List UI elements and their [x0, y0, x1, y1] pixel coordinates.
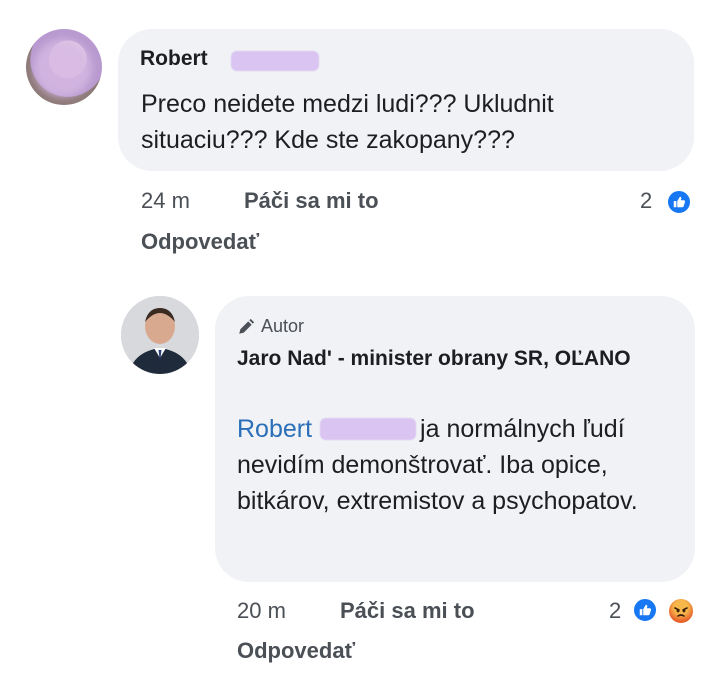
- mention-link[interactable]: Robert: [237, 415, 312, 443]
- like-icon[interactable]: [666, 189, 692, 215]
- comment-timestamp[interactable]: 24 m: [141, 188, 190, 214]
- reply-reaction-count[interactable]: 2: [609, 598, 621, 624]
- reply-author-name[interactable]: Jaro Nad' - minister obrany SR, OĽANO: [237, 344, 667, 373]
- reply-reply-button[interactable]: Odpovedať: [237, 638, 355, 664]
- commenter-avatar[interactable]: [26, 29, 102, 105]
- redacted-surname: [231, 51, 319, 71]
- redacted-surname: [320, 418, 417, 440]
- comment-text: Preco neidete medzi ludi??? Ukludnit sit…: [141, 90, 554, 154]
- reply-like-button[interactable]: Páči sa mi to: [340, 598, 475, 624]
- reply-timestamp[interactable]: 20 m: [237, 598, 286, 624]
- author-badge: Autor: [237, 316, 304, 337]
- comment-reaction-count[interactable]: 2: [640, 188, 652, 214]
- reply-text: Robert ja normálnych ľudí nevidím demonšt…: [237, 411, 677, 519]
- comment-author-name[interactable]: Robert: [140, 47, 208, 71]
- comment-like-button[interactable]: Páči sa mi to: [244, 188, 379, 214]
- author-badge-label: Autor: [261, 316, 305, 336]
- like-icon[interactable]: [632, 597, 658, 623]
- minister-avatar[interactable]: [121, 296, 199, 374]
- angry-icon[interactable]: [667, 597, 695, 625]
- comment-reply-button[interactable]: Odpovedať: [141, 229, 259, 255]
- avatar-redaction: [34, 39, 92, 97]
- pencil-icon: [239, 318, 255, 334]
